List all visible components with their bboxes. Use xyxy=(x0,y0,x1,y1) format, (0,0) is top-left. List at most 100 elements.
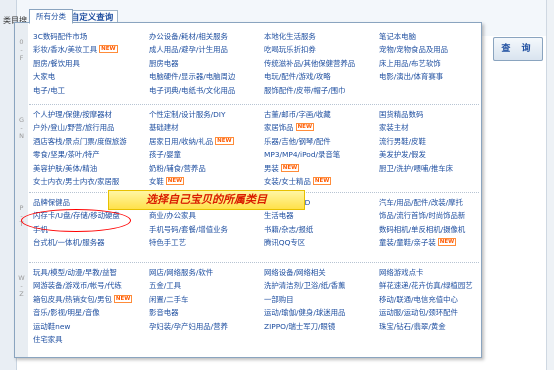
category-link[interactable]: 珠宝/钻石/翡翠/黄金 xyxy=(379,322,446,331)
category-link[interactable]: 酒店客栈/景点门票/度假旅游 xyxy=(33,137,127,146)
category-link[interactable]: 基础建材 xyxy=(149,123,179,132)
category-link[interactable]: 女鞋 NEW xyxy=(149,177,185,186)
category-link[interactable]: 成人用品/避孕/计生用品 xyxy=(149,45,228,54)
category-link[interactable]: 运动鞋new xyxy=(33,322,70,331)
category-link-label: 本地化生活服务 xyxy=(264,32,316,41)
search-button[interactable]: 查 询 xyxy=(493,37,543,61)
category-link[interactable]: 五金/工具 xyxy=(149,281,181,290)
category-link-label: 美发护发/假发 xyxy=(379,150,426,160)
category-link[interactable]: 户外/登山/野营/旅行用品 xyxy=(33,123,114,132)
category-link[interactable]: 笔记本电脑 xyxy=(379,32,416,41)
category-link[interactable]: 乐器/吉他/钢琴/配件 xyxy=(264,137,331,146)
group-separator xyxy=(29,262,479,263)
category-link[interactable]: 传统滋补品/其他保健营养品 xyxy=(264,59,355,68)
category-link[interactable]: 童装/童鞋/亲子装 NEW xyxy=(379,238,457,247)
category-link[interactable]: 电子/电工 xyxy=(33,86,65,95)
category-link[interactable]: 闲置/二手车 xyxy=(149,295,188,304)
category-link-label: 玩具/模型/动漫/早教/益智 xyxy=(33,268,117,277)
category-link[interactable]: ZIPPO/瑞士军刀/眼镜 xyxy=(264,322,335,331)
category-link-label: 闲置/二手车 xyxy=(149,294,189,304)
category-link-label: 珠宝/钻石/翡翠/黄金 xyxy=(379,321,446,331)
category-link-label: 台式机/一体机/服务器 xyxy=(33,238,105,248)
category-link[interactable]: 3C数码配件市场 xyxy=(33,32,87,41)
category-link[interactable]: 奶粉/辅食/营养品 xyxy=(149,164,206,173)
category-link[interactable]: 床上用品/布艺软饰 xyxy=(379,59,441,68)
category-link[interactable]: 个性定制/设计服务/DIY xyxy=(149,110,226,119)
category-link-label: 男装 xyxy=(264,163,279,173)
category-link[interactable]: 流行男鞋/皮鞋 xyxy=(379,137,426,146)
category-link[interactable]: 孩子/婴童 xyxy=(149,150,181,159)
category-link[interactable]: 服饰配件/皮带/帽子/围巾 xyxy=(264,86,345,95)
category-link[interactable]: 品牌保健品 xyxy=(33,198,70,207)
category-link[interactable]: 住宅家具 xyxy=(33,335,63,344)
category-link[interactable]: 移动/联通/电信充值中心 xyxy=(379,295,458,304)
category-link[interactable]: 电玩/配件/游戏/攻略 xyxy=(264,72,331,81)
category-link[interactable]: 网游装备/游戏币/帐号/代练 xyxy=(33,281,122,290)
category-link[interactable]: 特色手工艺 xyxy=(149,238,186,247)
category-link[interactable]: 手机号码/套餐/增值业务 xyxy=(149,225,228,234)
category-link[interactable]: 女士内衣/男士内衣/家居服 xyxy=(33,177,119,186)
tab-all-categories[interactable]: 所有分类 xyxy=(29,9,73,24)
category-link-label: 手机号码/套餐/增值业务 xyxy=(149,224,228,234)
category-link[interactable]: 家居饰品 NEW xyxy=(264,123,315,132)
category-link-label: 女士内衣/男士内衣/家居服 xyxy=(33,177,120,186)
category-link[interactable]: 商业/办公家具 xyxy=(149,211,196,220)
category-link-label: 电影/演出/体育赛事 xyxy=(379,72,444,82)
category-link-label: 电玩/配件/游戏/攻略 xyxy=(264,72,331,82)
category-link[interactable]: 大家电 xyxy=(33,72,55,81)
category-link[interactable]: 电脑硬件/显示器/电脑周边 xyxy=(149,72,235,81)
category-link[interactable]: 本地化生活服务 xyxy=(264,32,316,41)
category-link[interactable]: 美容护肤/美体/精油 xyxy=(33,164,97,173)
category-link[interactable]: 厨房/餐饮用具 xyxy=(33,59,80,68)
category-link[interactable]: 宠物/宠物食品及用品 xyxy=(379,45,448,54)
category-link[interactable]: 网络设备/网络相关 xyxy=(264,268,326,277)
category-link-label: 五金/工具 xyxy=(149,281,182,291)
category-link[interactable]: 居家日用/收纳/礼品 NEW xyxy=(149,136,234,146)
category-link[interactable]: 饰品/流行首饰/时尚饰品新 xyxy=(379,211,465,220)
category-link[interactable]: 箱包皮具/热销女包/男包 NEW xyxy=(33,294,133,304)
category-link[interactable]: 一部购目 xyxy=(264,295,294,304)
category-link[interactable]: 鲜花速递/花卉仿真/绿植园艺 xyxy=(379,281,473,290)
category-link[interactable]: 音乐/影视/明星/音像 xyxy=(33,308,100,317)
category-link[interactable]: 办公设备/耗材/相关服务 xyxy=(149,32,228,41)
category-link[interactable]: 生活电器 xyxy=(264,211,294,220)
category-link[interactable]: 书籍/杂志/报纸 xyxy=(264,225,313,234)
category-link[interactable]: 腾讯QQ专区 xyxy=(264,238,305,247)
category-link[interactable]: 国货精品数码 xyxy=(379,110,423,119)
category-link[interactable]: 玩具/模型/动漫/早教/益智 xyxy=(33,268,117,277)
category-link[interactable]: 男装 NEW xyxy=(264,163,300,173)
category-link-label: 书籍/杂志/报纸 xyxy=(264,224,314,234)
category-link[interactable]: 吃喝玩乐折扣券 xyxy=(264,45,316,54)
category-link-label: 腾讯QQ专区 xyxy=(264,238,306,248)
category-link[interactable]: 美发护发/假发 xyxy=(379,150,426,159)
category-link[interactable]: 运动/瑜伽/健身/球迷用品 xyxy=(264,308,345,317)
category-link[interactable]: 电子词典/电纸书/文化用品 xyxy=(149,86,235,95)
category-link-label: 居家日用/收纳/礼品 xyxy=(149,136,214,146)
category-link[interactable]: 台式机/一体机/服务器 xyxy=(33,238,105,247)
category-link[interactable]: MP3/MP4/iPod/录音笔 xyxy=(264,150,340,159)
page-scrollbar[interactable] xyxy=(546,0,554,370)
category-link[interactable]: 厨卫/洗护/喂哺/推车床 xyxy=(379,164,453,173)
category-link[interactable]: 网络游戏点卡 xyxy=(379,268,423,277)
category-link-label: 汽车/用品/配件/改装/摩托 xyxy=(379,198,463,207)
category-link-label: 网游装备/游戏币/帐号/代练 xyxy=(33,281,122,291)
category-link[interactable]: 影音电器 xyxy=(149,308,179,317)
category-link[interactable]: 家装主材 xyxy=(379,123,409,132)
category-link[interactable]: 女装/女士精品 NEW xyxy=(264,177,332,186)
category-link[interactable]: 个人护理/保健/按摩器材 xyxy=(33,110,112,119)
category-link-label: 笔记本电脑 xyxy=(379,32,416,41)
category-link[interactable]: 零食/坚果/茶叶/特产 xyxy=(33,150,100,159)
category-link[interactable]: 数码相机/单反相机/摄像机 xyxy=(379,225,465,234)
category-link[interactable]: 厨房电器 xyxy=(149,59,179,68)
category-link[interactable]: 孕妇装/孕产妇用品/营养 xyxy=(149,322,228,331)
category-link[interactable]: 洗护清洁剂/卫浴/纸/香薰 xyxy=(264,281,345,290)
category-link-label: 奶粉/辅食/营养品 xyxy=(149,163,206,173)
category-link[interactable]: 电影/演出/体育赛事 xyxy=(379,72,443,81)
category-link[interactable]: 彩妆/香水/美妆工具 NEW xyxy=(33,45,118,54)
category-link[interactable]: 运动服/运动包/颈环配件 xyxy=(379,308,458,317)
category-link-label: 吃喝玩乐折扣券 xyxy=(264,45,316,55)
category-link[interactable]: 网店/网络服务/软件 xyxy=(149,268,213,277)
category-link[interactable]: 汽车/用品/配件/改装/摩托 xyxy=(379,198,463,207)
category-link-label: 数码相机/单反相机/摄像机 xyxy=(379,224,466,234)
category-link[interactable]: 古董/邮币/字画/收藏 xyxy=(264,110,331,119)
